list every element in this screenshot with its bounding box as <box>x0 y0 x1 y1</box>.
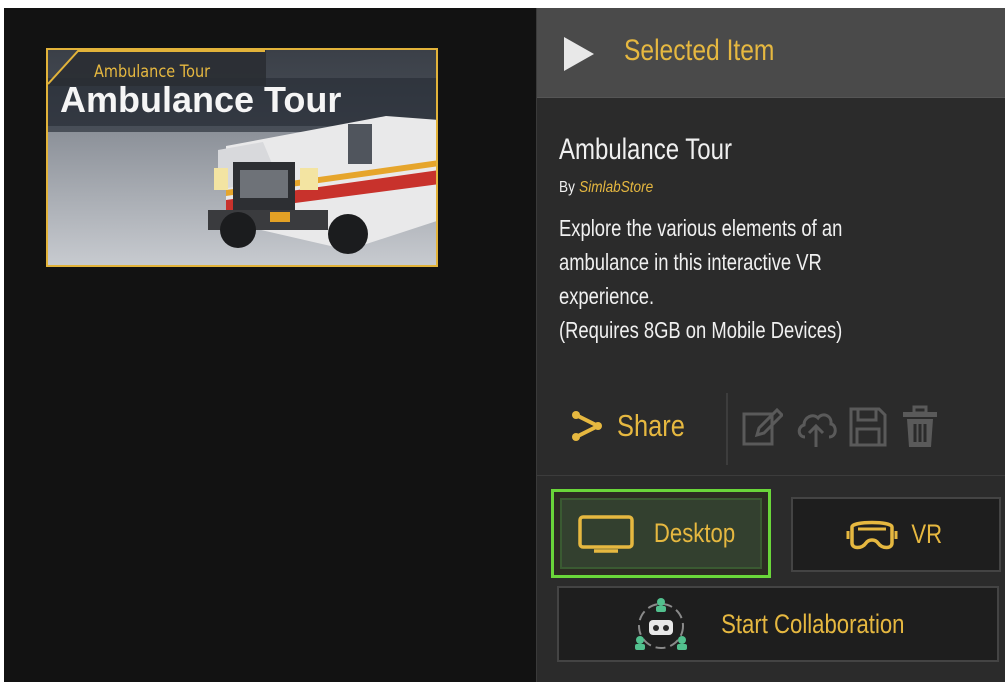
details-header-title: Selected Item <box>624 34 775 67</box>
item-description: Explore the various elements of an ambul… <box>559 211 927 347</box>
start-collaboration-button[interactable]: Start Collaboration <box>557 586 999 662</box>
vr-button[interactable]: VR <box>791 497 1001 572</box>
item-author-line: By SimlabStore <box>559 179 653 197</box>
play-arrow-icon <box>564 37 594 71</box>
item-info: Ambulance Tour By SimlabStore Explore the… <box>537 99 1005 475</box>
actions-divider <box>726 393 728 465</box>
start-collaboration-label: Start Collaboration <box>721 608 905 639</box>
collaboration-icon <box>635 598 688 650</box>
vr-headset-icon <box>846 520 898 549</box>
item-title-label: Ambulance Tour <box>94 62 211 82</box>
library-item-card[interactable]: Ambulance Tour Ambulance Tour <box>46 48 438 267</box>
details-header[interactable]: Selected Item <box>537 8 1005 98</box>
item-actions: Share <box>537 385 1005 475</box>
item-title: Ambulance Tour <box>559 133 732 166</box>
description-line: Explore the various elements of an <box>559 215 843 241</box>
save-icon[interactable] <box>847 405 889 449</box>
library-panel: Ambulance Tour Ambulance Tour <box>4 8 536 682</box>
upload-cloud-icon[interactable] <box>795 405 837 449</box>
edit-icon[interactable] <box>741 405 783 449</box>
desktop-button[interactable]: Desktop <box>551 489 771 578</box>
description-line: experience. <box>559 283 655 309</box>
details-panel: Selected Item Ambulance Tour By SimlabSto… <box>536 8 1005 682</box>
vr-label: VR <box>911 519 943 549</box>
share-icon <box>572 411 602 441</box>
trash-icon[interactable] <box>899 405 941 449</box>
description-line: ambulance in this interactive VR <box>559 249 822 275</box>
description-line: (Requires 8GB on Mobile Devices) <box>559 317 843 343</box>
share-button[interactable]: Share <box>571 401 700 451</box>
launch-options: Desktop VR Start Collaboration <box>537 476 1005 682</box>
share-label: Share <box>617 408 685 443</box>
author-link[interactable]: SimlabStore <box>579 179 653 196</box>
app-window: Ambulance Tour Ambulance Tour Selected I… <box>4 8 1005 682</box>
by-prefix: By <box>559 179 575 196</box>
monitor-icon <box>578 514 635 553</box>
desktop-label: Desktop <box>654 518 736 548</box>
